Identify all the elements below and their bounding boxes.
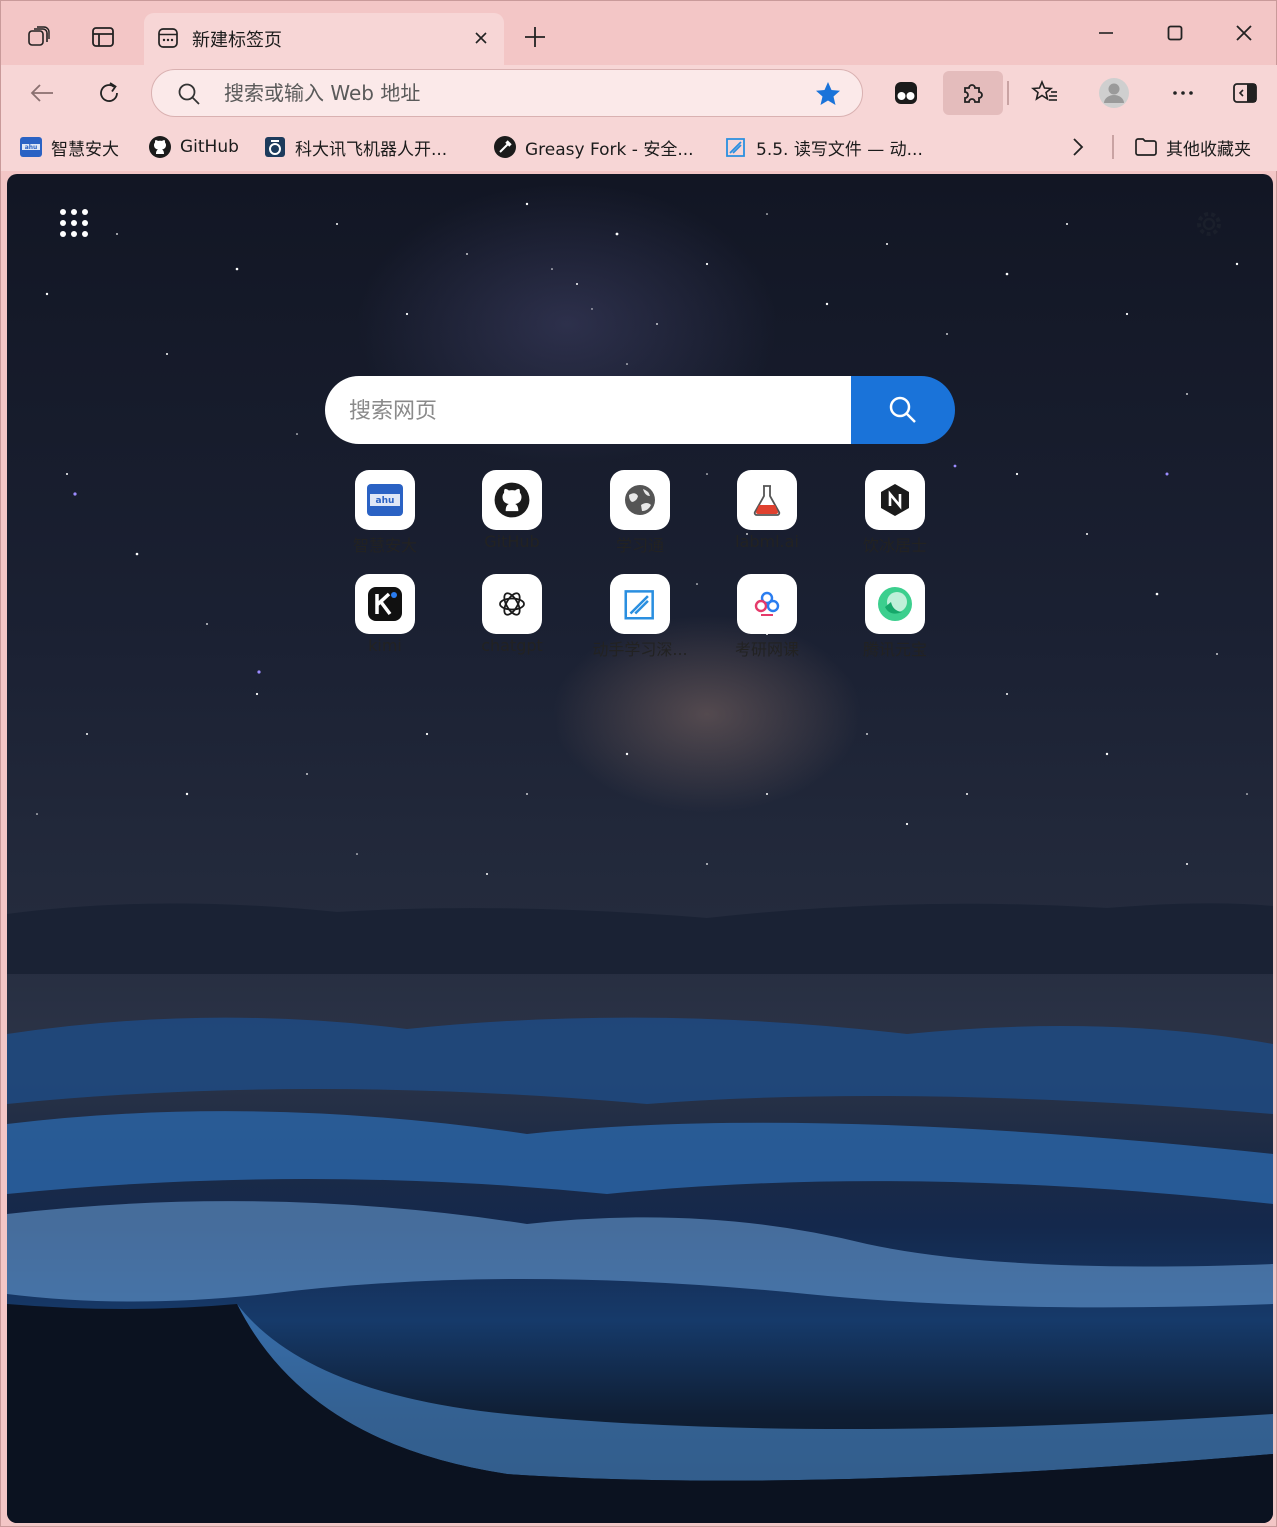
profile-avatar[interactable]: [1091, 71, 1137, 115]
bookmarks-overflow-chevron-icon[interactable]: [1067, 133, 1089, 161]
shortcut-tile[interactable]: labml.ai: [712, 470, 822, 562]
ahu-logo-icon: ahu: [355, 470, 415, 530]
notion-n-icon: [865, 470, 925, 530]
extensions-puzzle-icon[interactable]: [943, 71, 1003, 115]
search-icon: [889, 396, 916, 423]
search-submit-button[interactable]: [851, 376, 955, 444]
ahu-logo-icon: ahu: [19, 135, 43, 159]
d2l-icon: [724, 135, 748, 159]
search-icon: [176, 81, 202, 107]
workspaces-icon[interactable]: [19, 17, 59, 57]
shortcut-tile[interactable]: kimi: [330, 574, 440, 666]
favorite-star-icon[interactable]: [814, 80, 842, 108]
sidebar-toggle-icon[interactable]: [1222, 71, 1268, 115]
shortcut-label: labml.ai: [735, 532, 799, 551]
svg-text:ahu: ahu: [376, 496, 395, 506]
shortcut-tile[interactable]: 饮冰居士: [840, 470, 950, 562]
new-tab-button[interactable]: [515, 17, 555, 57]
bookmarks-bar: ahu 智慧安大 GitHub 科大讯飞机器人开... Greasy Fork …: [1, 123, 1277, 171]
maximize-icon[interactable]: [1152, 13, 1198, 53]
web-search-box: [325, 376, 955, 444]
toolbar-divider: [1007, 81, 1009, 105]
openai-icon: [482, 574, 542, 634]
bookmark-item[interactable]: ahu 智慧安大: [19, 133, 119, 161]
address-bar[interactable]: [151, 69, 863, 117]
more-options-icon[interactable]: [1160, 71, 1206, 115]
bookmark-item[interactable]: 5.5. 读写文件 — 动...: [724, 133, 923, 161]
ocean-waves: [7, 1017, 1273, 1523]
other-favorites-folder[interactable]: 其他收藏夹: [1134, 133, 1251, 161]
shortcut-label: 腾讯元宝: [862, 640, 927, 659]
kaoyan-icon: [737, 574, 797, 634]
bookmark-label: 科大讯飞机器人开...: [295, 139, 448, 160]
web-search-input[interactable]: [349, 394, 839, 428]
shortcut-tile[interactable]: chatgpt: [457, 574, 567, 666]
page-settings-gear-icon[interactable]: [1193, 208, 1225, 240]
shortcut-label: 学习通: [615, 536, 664, 555]
d2l-icon: [610, 574, 670, 634]
bookmark-label: 5.5. 读写文件 — 动...: [756, 139, 923, 160]
bookmark-item[interactable]: 科大讯飞机器人开...: [263, 133, 447, 161]
tab-new-tab[interactable]: 新建标签页: [144, 13, 504, 65]
folder-icon: [1134, 135, 1158, 159]
shortcut-label: 考研网课: [734, 640, 799, 659]
tab-title: 新建标签页: [192, 30, 282, 51]
newtab-page: ahu 智慧安大 GitHub 学习通 labml.ai 饮冰: [7, 174, 1273, 1523]
iflytek-icon: [263, 135, 287, 159]
distant-mountains: [7, 903, 1273, 974]
other-favorites-label: 其他收藏夹: [1166, 139, 1251, 160]
shortcut-tile[interactable]: 考研网课: [712, 574, 822, 666]
address-input[interactable]: [224, 78, 784, 108]
browser-window: 新建标签页 搜索或输入 Web 地址 ahu 智慧安大 GitHub 科大讯飞机…: [0, 0, 1277, 1527]
bookmark-item[interactable]: Greasy Fork - 安全...: [493, 133, 694, 161]
shortcut-tile[interactable]: 学习通: [585, 470, 695, 562]
svg-text:ahu: ahu: [25, 144, 38, 151]
shortcut-label: chatgpt: [481, 636, 543, 655]
shortcut-label: 动手学习深...: [592, 640, 688, 659]
tampermonkey-extension-icon[interactable]: [883, 71, 929, 115]
shortcut-label: 饮冰居士: [862, 536, 927, 555]
refresh-icon[interactable]: [86, 71, 132, 115]
globe-icon: [610, 470, 670, 530]
yuanbao-icon: [865, 574, 925, 634]
favorites-icon[interactable]: [1022, 71, 1068, 115]
shortcut-label: 智慧安大: [352, 536, 417, 555]
bookmark-label: GitHub: [180, 137, 239, 157]
bookmarks-divider: [1112, 135, 1114, 159]
shortcut-tile[interactable]: ahu 智慧安大: [330, 470, 440, 562]
shortcut-tile[interactable]: 动手学习深...: [585, 574, 695, 666]
shortcut-tile[interactable]: GitHub: [457, 470, 567, 562]
back-icon[interactable]: [19, 71, 65, 115]
close-tab-icon[interactable]: [468, 25, 494, 51]
bookmark-label: Greasy Fork - 安全...: [525, 139, 694, 160]
newtab-page-icon: [156, 26, 180, 50]
tab-bar: 新建标签页: [1, 1, 1277, 65]
apps-launcher-icon[interactable]: [57, 206, 91, 240]
close-window-icon[interactable]: [1221, 13, 1267, 53]
shortcut-label: kimi: [368, 636, 402, 655]
minimize-icon[interactable]: [1083, 13, 1129, 53]
flask-icon: [737, 470, 797, 530]
shortcut-tile[interactable]: 腾讯元宝: [840, 574, 950, 666]
bookmark-item[interactable]: GitHub: [148, 133, 239, 161]
search-box-field-container[interactable]: [325, 376, 855, 444]
navigation-toolbar: [1, 65, 1277, 123]
tab-actions-icon[interactable]: [83, 17, 123, 57]
shortcut-label: GitHub: [484, 532, 540, 551]
bookmark-label: 智慧安大: [51, 139, 119, 160]
github-icon: [482, 470, 542, 530]
kimi-icon: [355, 574, 415, 634]
github-icon: [148, 135, 172, 159]
greasyfork-icon: [493, 135, 517, 159]
